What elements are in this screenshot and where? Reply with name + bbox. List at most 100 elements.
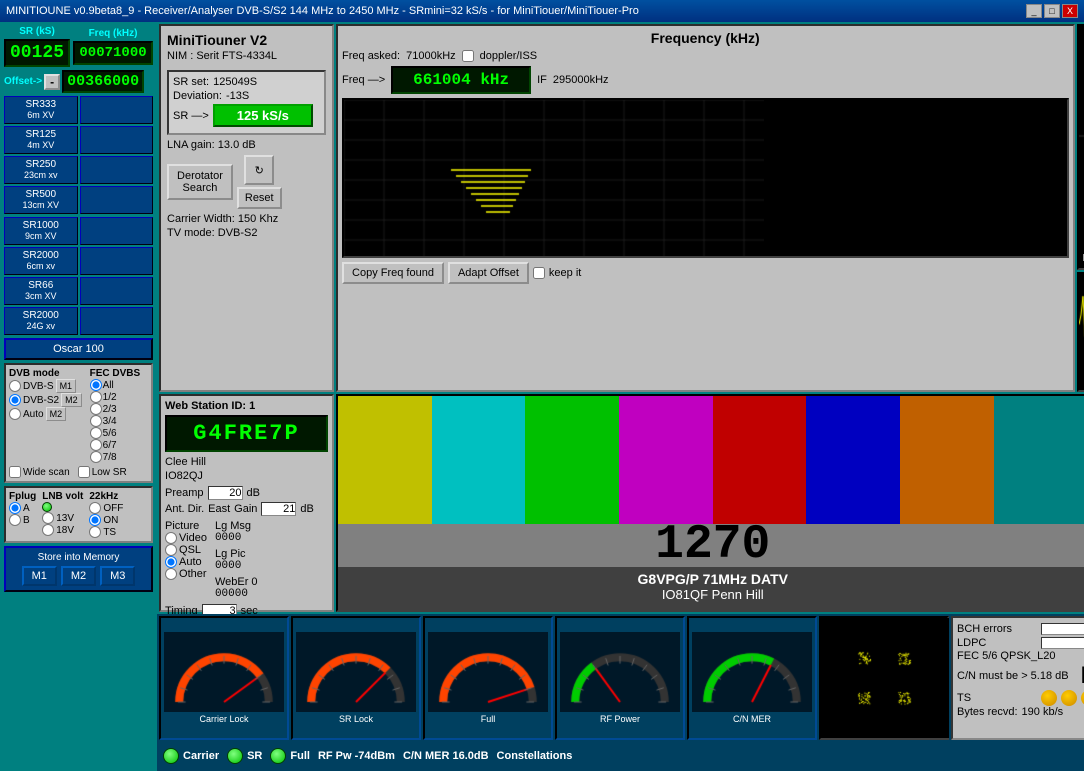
lnb-18v-radio[interactable] — [42, 524, 54, 536]
wide-scan-check[interactable] — [9, 466, 21, 478]
lnb-13v-radio[interactable] — [42, 512, 54, 524]
dvb-s-radio[interactable] — [9, 380, 21, 392]
preset-6cm[interactable] — [80, 247, 154, 275]
fec-23-radio[interactable] — [90, 403, 102, 415]
preset-4m[interactable] — [80, 126, 154, 154]
khz-on-radio[interactable] — [89, 514, 101, 526]
fec-34: 3/4 — [90, 415, 141, 427]
m2b-btn[interactable]: M2 — [46, 407, 67, 421]
other-radio[interactable] — [165, 568, 177, 580]
dvb-s2-label: DVB-S2 — [23, 395, 59, 406]
offset-value[interactable]: 00366000 — [62, 70, 144, 93]
gain-input[interactable] — [261, 502, 296, 516]
sr-value[interactable]: 00125 — [4, 39, 70, 67]
fec-78-radio[interactable] — [90, 451, 102, 463]
minus-button[interactable]: - — [44, 74, 60, 90]
fplug-a-radio[interactable] — [9, 502, 21, 514]
store-m1-button[interactable]: M1 — [22, 566, 57, 586]
preset-sr2000b[interactable]: SR200024G xv — [4, 307, 78, 335]
wide-low-row: Wide scan Low SR — [9, 466, 148, 478]
auto-radio[interactable] — [9, 408, 21, 420]
ant-gain-row: Ant. Dir. East Gain dB — [165, 502, 328, 516]
deviation-val: -13S — [226, 90, 249, 102]
qsl-radio[interactable] — [165, 544, 177, 556]
m1-btn[interactable]: M1 — [56, 379, 77, 393]
khz-on-label: ON — [103, 515, 118, 526]
fec-67-label: 6/7 — [103, 440, 117, 451]
freq-display[interactable]: 661004 kHz — [391, 66, 531, 94]
khz-ts-row: TS — [89, 526, 123, 538]
keep-it-check[interactable] — [533, 267, 545, 279]
cn-mer-gauge — [692, 632, 812, 712]
derotator-icon: ↻ — [244, 155, 274, 185]
minimize-button[interactable]: _ — [1026, 4, 1042, 18]
preset-sr333[interactable]: SR3336m XV — [4, 96, 78, 124]
maximize-button[interactable]: □ — [1044, 4, 1060, 18]
titlebar: MINITIOUNE v0.9beta8_9 - Receiver/Analys… — [0, 0, 1084, 22]
carrier-lock-label: Carrier Lock — [200, 714, 249, 724]
doppler-check[interactable] — [462, 50, 474, 62]
preset-grid: SR3336m XV SR1254m XV SR25023cm xv SR500… — [4, 96, 153, 214]
reset-button[interactable]: Reset — [237, 187, 282, 209]
picture-label: Picture — [165, 520, 207, 532]
fec-val: FEC 5/6 QPSK_L20 — [957, 650, 1055, 662]
preset-23cm[interactable] — [80, 156, 154, 184]
preset-3cm[interactable] — [80, 277, 154, 305]
cn-big: D11 — [1081, 662, 1084, 690]
preset-sr1000[interactable]: SR10009cm XV — [4, 217, 78, 245]
low-sr-check[interactable] — [78, 466, 90, 478]
m2-btn[interactable]: M2 — [61, 393, 82, 407]
store-m2-button[interactable]: M2 — [61, 566, 96, 586]
fplug-section: Fplug A B LNB volt 13V — [4, 486, 153, 543]
webstation-panel: Web Station ID: 1 G4FRE7P Clee Hill IO82… — [159, 394, 334, 612]
constellations-label: Constellations — [497, 750, 573, 762]
preset-sr500[interactable]: SR50013cm XV — [4, 186, 78, 214]
preset-13cm[interactable] — [80, 186, 154, 214]
fec-23: 2/3 — [90, 403, 141, 415]
preset-sr250[interactable]: SR25023cm xv — [4, 156, 78, 184]
ts-led1 — [1041, 690, 1057, 706]
bar-red — [713, 396, 807, 524]
freq-buttons: Copy Freq found Adapt Offset keep it — [342, 262, 1068, 284]
close-button[interactable]: X — [1062, 4, 1078, 18]
preset-sr2000a[interactable]: SR20006cm xv — [4, 247, 78, 275]
copy-freq-button[interactable]: Copy Freq found — [342, 262, 444, 284]
rf-pw-label: RF Pw -74dBm — [318, 750, 395, 762]
carrier-lock-gauge — [164, 632, 284, 712]
preset-sr66[interactable]: SR663cm XV — [4, 277, 78, 305]
dvb-section: DVB mode DVB-S M1 DVB-S2 M2 Auto M — [4, 363, 153, 483]
preamp-input[interactable] — [208, 486, 243, 500]
fec-all-radio[interactable] — [90, 379, 102, 391]
qsl-label: QSL — [179, 544, 201, 556]
video-radio[interactable] — [165, 532, 177, 544]
fec-67-radio[interactable] — [90, 439, 102, 451]
sr-display[interactable]: 125 kS/s — [213, 104, 313, 127]
preset-24g[interactable] — [80, 307, 154, 335]
auto-pic-radio[interactable] — [165, 556, 177, 568]
derotator-button[interactable]: DerotatorSearch — [167, 164, 233, 200]
khz-off-radio[interactable] — [89, 502, 101, 514]
dvb-mode-label: DVB mode — [9, 368, 82, 379]
fplug-b-label: B — [23, 515, 30, 526]
oscar-button[interactable]: Oscar 100 — [4, 338, 153, 360]
fec-56-radio[interactable] — [90, 427, 102, 439]
fec-12-radio[interactable] — [90, 391, 102, 403]
preset-6m[interactable] — [80, 96, 154, 124]
freq-value[interactable]: 00071000 — [73, 41, 153, 65]
khz-ts-radio[interactable] — [89, 526, 101, 538]
bar-magenta — [619, 396, 713, 524]
full-led — [270, 748, 286, 764]
constellations-panel — [819, 616, 949, 740]
fec-78: 7/8 — [90, 451, 141, 463]
store-m3-button[interactable]: M3 — [100, 566, 135, 586]
fplug-b-radio[interactable] — [9, 514, 21, 526]
ws-grid: IO82QJ — [165, 470, 328, 482]
lg-pic-val: 0000 — [215, 560, 258, 572]
fec-34-radio[interactable] — [90, 415, 102, 427]
dvb-s2-radio[interactable] — [9, 394, 21, 406]
preset-9cm[interactable] — [80, 217, 154, 245]
fplug-a-label: A — [23, 503, 30, 514]
ant-dir-val: East — [208, 503, 230, 515]
adapt-offset-button[interactable]: Adapt Offset — [448, 262, 529, 284]
preset-sr125[interactable]: SR1254m XV — [4, 126, 78, 154]
